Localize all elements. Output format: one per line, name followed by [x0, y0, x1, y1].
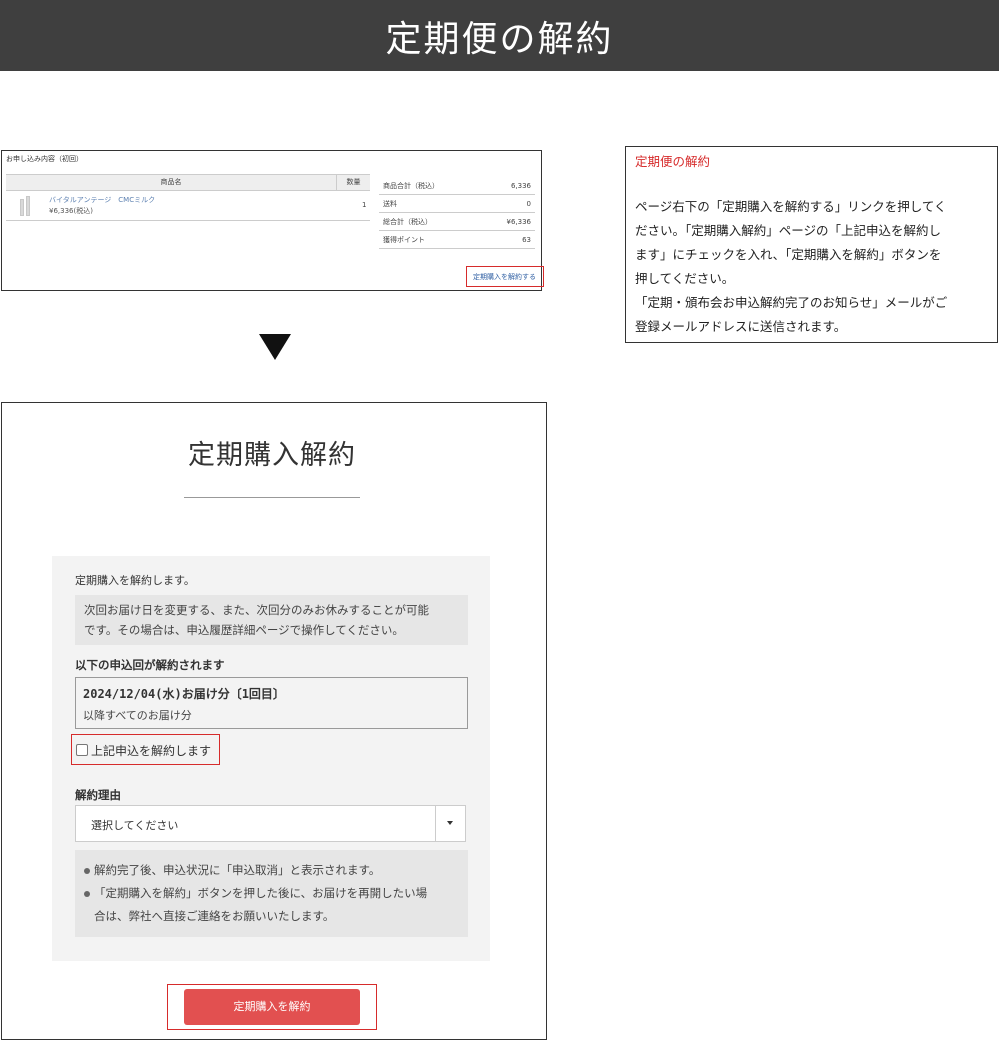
list-item: 解約完了後、申込状況に「申込取消」と表示されます。	[84, 859, 458, 882]
total-row: 商品合計（税込） 6,336	[379, 177, 535, 195]
bullet-icon	[84, 891, 90, 897]
note-line: ページ右下の「定期購入を解約する」リンクを押してく	[635, 199, 947, 214]
confirm-highlight: 上記申込を解約します	[71, 734, 220, 765]
instruction-note: 定期便の解約 ページ右下の「定期購入を解約する」リンクを押してく ださい。「定期…	[625, 146, 998, 343]
cancel-page-screenshot: 定期購入解約 定期購入を解約します。 次回お届け日を変更する、また、次回分のみお…	[1, 402, 547, 1040]
note-text: 「定期購入を解約」ボタンを押した後に、お届けを再開したい場	[94, 886, 428, 900]
reason-select-value: 選択してください	[91, 819, 179, 832]
cancel-link-highlight: 定期購入を解約する	[466, 266, 544, 287]
total-value: ¥6,336	[506, 218, 532, 226]
total-label: 獲得ポイント	[383, 236, 425, 244]
title-divider	[184, 497, 360, 498]
info-box: 次回お届け日を変更する、また、次回分のみお休みすることが可能 です。その場合は、…	[75, 595, 468, 645]
column-quantity: 数量	[336, 174, 370, 191]
cancel-subscription-button[interactable]: 定期購入を解約	[184, 989, 360, 1025]
select-toggle[interactable]	[435, 806, 465, 841]
total-label: 総合計（税込）	[383, 218, 432, 226]
product-thumbnail	[18, 196, 34, 216]
header-banner: 定期便の解約	[0, 0, 999, 71]
note-line: 登録メールアドレスに送信されます。	[635, 319, 847, 334]
total-value: 0	[526, 200, 531, 208]
product-name-link[interactable]: バイタルアンテージ CMCミルク	[49, 195, 155, 205]
cancel-subscription-link[interactable]: 定期購入を解約する	[473, 272, 536, 282]
list-item: 合は、弊社へ直接ご連絡をお願いいたします。	[84, 905, 458, 928]
reason-select[interactable]: 選択してください	[75, 805, 466, 842]
total-row: 送料 0	[379, 195, 535, 213]
column-product-name: 商品名	[160, 178, 182, 186]
note-line: 「定期・頒布会お申込解約完了のお知らせ」メールがご	[635, 295, 948, 310]
reason-label: 解約理由	[75, 788, 121, 802]
submit-highlight: 定期購入を解約	[167, 984, 377, 1030]
total-label: 商品合計（税込）	[383, 182, 439, 190]
product-table-header: 商品名 数量	[6, 174, 370, 191]
list-item: 「定期購入を解約」ボタンを押した後に、お届けを再開したい場	[84, 882, 458, 905]
cancel-form: 定期購入を解約します。 次回お届け日を変更する、また、次回分のみお休みすることが…	[52, 556, 490, 961]
confirm-checkbox-label[interactable]: 上記申込を解約します	[91, 742, 211, 759]
cancel-page-title: 定期購入解約	[188, 440, 356, 471]
note-title: 定期便の解約	[635, 154, 711, 169]
note-text: 解約完了後、申込状況に「申込取消」と表示されます。	[94, 863, 381, 877]
note-body: ページ右下の「定期購入を解約する」リンクを押してく ださい。「定期購入解約」ペー…	[635, 195, 988, 339]
total-value: 63	[522, 236, 531, 244]
chevron-down-icon	[447, 821, 453, 825]
total-row: 総合計（税込） ¥6,336	[379, 213, 535, 231]
note-line: ます」にチェックを入れ、「定期購入を解約」ボタンを	[635, 247, 942, 262]
totals-table: 商品合計（税込） 6,336 送料 0 総合計（税込） ¥6,336 獲得ポイント 63	[379, 177, 535, 249]
confirm-checkbox[interactable]	[76, 744, 88, 756]
info-line: です。その場合は、申込履歴詳細ページで操作してください。	[84, 623, 404, 637]
table-row: バイタルアンテージ CMCミルク ¥6,336(税込) 1	[6, 191, 370, 221]
note-text: 合は、弊社へ直接ご連絡をお願いいたします。	[94, 909, 335, 923]
note-line: ださい。「定期購入解約」ページの「上記申込を解約し	[635, 223, 942, 238]
intro-text: 定期購入を解約します。	[75, 574, 195, 587]
note-line: 押してください。	[635, 271, 735, 286]
order-heading: お申し込み内容（初回）	[6, 155, 83, 163]
order-summary-screenshot: お申し込み内容（初回） 商品名 数量 バイタルアンテージ CMCミルク ¥6,3…	[1, 150, 544, 291]
schedule-date: 2024/12/04(水)お届け分〔1回目〕	[83, 687, 285, 701]
product-table: 商品名 数量 バイタルアンテージ CMCミルク ¥6,336(税込) 1	[6, 174, 370, 221]
page-title: 定期便の解約	[385, 18, 614, 60]
notes-box: 解約完了後、申込状況に「申込取消」と表示されます。 「定期購入を解約」ボタンを押…	[75, 850, 468, 937]
target-heading: 以下の申込回が解約されます	[75, 658, 225, 672]
total-value: 6,336	[510, 182, 531, 190]
total-row: 獲得ポイント 63	[379, 231, 535, 249]
bullet-icon	[84, 868, 90, 874]
total-label: 送料	[383, 200, 397, 208]
down-arrow-icon	[259, 334, 291, 360]
info-line: 次回お届け日を変更する、また、次回分のみお休みすることが可能	[84, 603, 429, 617]
product-price: ¥6,336(税込)	[49, 207, 93, 215]
schedule-sub: 以降すべてのお届け分	[83, 709, 192, 722]
product-quantity: 1	[362, 201, 367, 209]
schedule-box: 2024/12/04(水)お届け分〔1回目〕 以降すべてのお届け分	[75, 677, 468, 729]
